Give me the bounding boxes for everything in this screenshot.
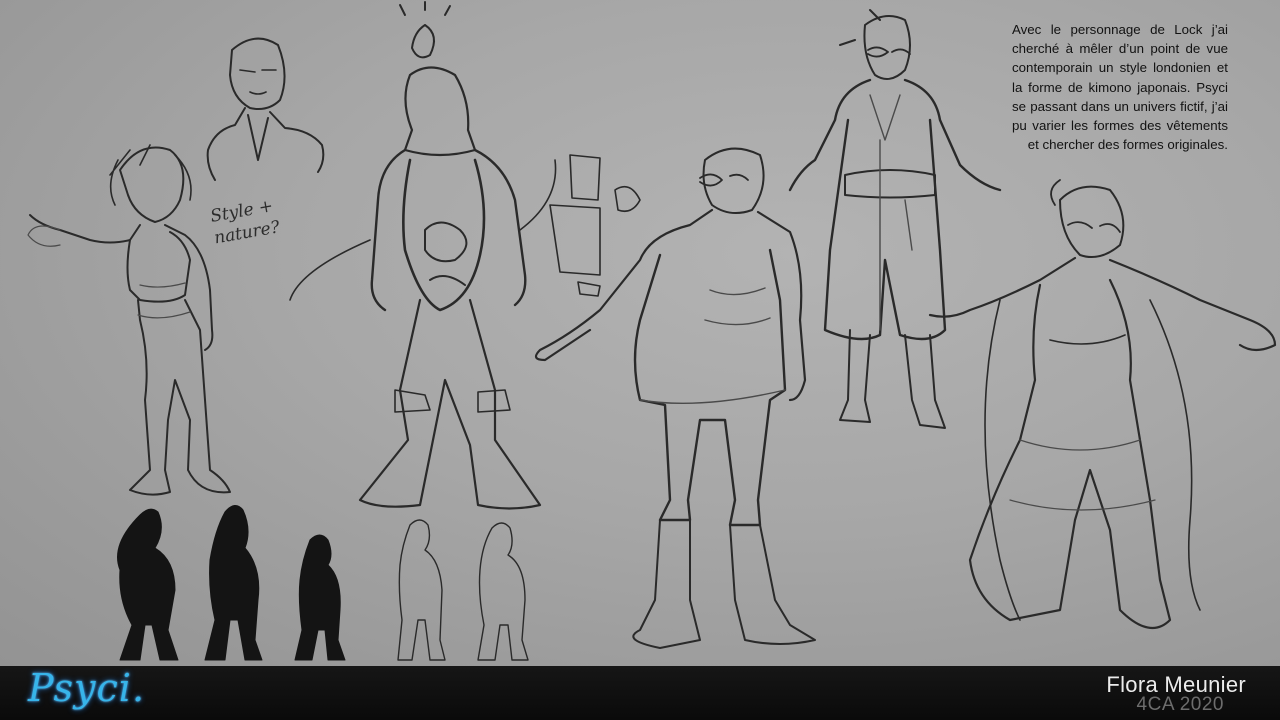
- sketch-figure-1: [27, 144, 231, 496]
- sketch-boxes: [549, 154, 641, 297]
- description-text: Avec le personnage de Lock j’ai cherché …: [1012, 22, 1228, 153]
- sketch-figure-5: [928, 179, 1277, 630]
- sketch-figure-3: [534, 147, 816, 649]
- sketch-figure-4: [788, 9, 1002, 429]
- sketch-figure-2: [289, 1, 557, 510]
- sketch-bust: [206, 37, 325, 181]
- class-label: 4CA 2020: [1136, 694, 1224, 715]
- sketch-silhouettes: [117, 505, 529, 661]
- sketch-canvas: Style + nature? Avec le personnage de Lo…: [0, 0, 1280, 666]
- footer-bar: Psyci. Flora Meunier 4CA 2020: [0, 666, 1280, 720]
- psyci-logo: Psyci.: [28, 666, 146, 710]
